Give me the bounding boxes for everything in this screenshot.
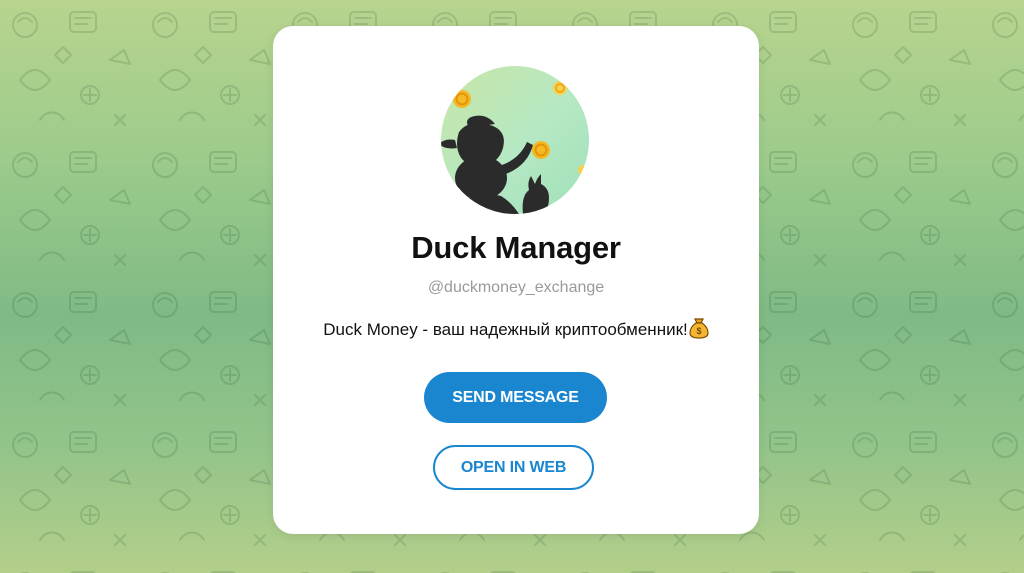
send-message-button[interactable]: SEND MESSAGE bbox=[424, 372, 607, 423]
money-bag-icon: $ bbox=[689, 317, 709, 344]
profile-bio-text: Duck Money - ваш надежный криптообменник… bbox=[323, 320, 688, 339]
coin-icon bbox=[553, 81, 567, 95]
profile-username: @duckmoney_exchange bbox=[427, 279, 605, 296]
svg-text:$: $ bbox=[696, 326, 701, 336]
profile-card: Duck Manager @duckmoney_exchange Duck Mo… bbox=[273, 26, 759, 534]
profile-name: Duck Manager bbox=[411, 230, 621, 265]
coin-icon bbox=[453, 90, 471, 108]
coin-icon bbox=[532, 141, 550, 159]
duck-avatar-icon bbox=[441, 66, 589, 214]
open-in-web-button[interactable]: OPEN IN WEB bbox=[433, 445, 594, 490]
profile-avatar bbox=[441, 66, 589, 214]
profile-bio: Duck Money - ваш надежный криптообменник… bbox=[273, 317, 759, 344]
